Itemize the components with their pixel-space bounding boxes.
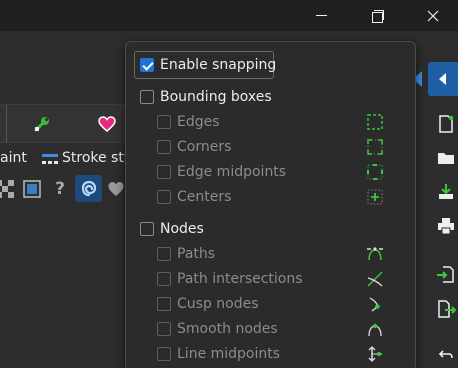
cusp-nodes-label[interactable]: Cusp nodes [177,296,259,312]
bounding-boxes-label[interactable]: Bounding boxes [160,89,272,105]
centers-label[interactable]: Centers [177,189,231,205]
line-midpoints-icon [368,346,382,362]
bounding-boxes-checkbox[interactable] [140,90,154,104]
heart-shape-icon[interactable] [105,178,127,200]
nodes-label[interactable]: Nodes [160,221,204,237]
tab-fill-paint[interactable]: aint [0,150,27,166]
chevron-left-icon [439,73,446,85]
bbox-edges-icon [367,114,383,130]
stroke-style-icon [42,154,58,164]
cusp-nodes-icon [369,297,381,312]
corners-label[interactable]: Corners [177,139,231,155]
edge-midpoints-checkbox[interactable] [157,165,171,179]
tab-stroke-style[interactable]: Stroke sty [62,150,126,166]
snap-toggle-button[interactable] [428,62,458,96]
close-button[interactable] [410,0,456,31]
path-intersections-icon [367,271,383,287]
line-midpoints-label[interactable]: Line midpoints [177,346,280,362]
paths-checkbox[interactable] [157,247,171,261]
bbox-centers-icon [367,189,383,205]
save-icon[interactable] [436,182,456,202]
path-intersections-label[interactable]: Path intersections [177,271,303,287]
edges-label[interactable]: Edges [177,114,220,130]
pattern-icon[interactable] [0,178,16,200]
smooth-nodes-label[interactable]: Smooth nodes [177,321,278,337]
wrench-icon[interactable] [32,114,52,134]
corners-checkbox[interactable] [157,140,171,154]
edges-checkbox[interactable] [157,115,171,129]
cusp-nodes-checkbox[interactable] [157,297,171,311]
smooth-nodes-icon [368,323,382,337]
smooth-nodes-checkbox[interactable] [157,322,171,336]
edge-midpoints-label[interactable]: Edge midpoints [177,164,286,180]
bbox-corners-icon [367,139,383,155]
tab-divider [6,105,7,143]
enable-snapping-checkbox[interactable] [140,58,154,72]
paths-snap-icon [367,247,383,261]
close-icon [427,10,439,21]
undo-icon[interactable] [436,346,456,366]
minimize-button[interactable] [298,0,344,31]
export-icon[interactable] [436,299,456,319]
restore-icon [371,10,384,23]
heart-icon[interactable] [97,114,117,134]
minimize-icon [315,15,327,16]
path-intersections-checkbox[interactable] [157,272,171,286]
centers-checkbox[interactable] [157,190,171,204]
print-icon[interactable] [436,216,456,236]
paths-label[interactable]: Paths [177,246,215,262]
enable-snapping-label[interactable]: Enable snapping [160,57,276,73]
line-midpoints-checkbox[interactable] [157,347,171,361]
question-icon[interactable]: ? [49,178,71,200]
open-folder-icon[interactable] [436,148,456,168]
import-icon[interactable] [436,264,456,284]
toolbar-area [0,31,128,105]
bbox-edge-midpoints-icon [367,164,383,180]
square-icon[interactable] [21,178,43,200]
nodes-checkbox[interactable] [140,222,154,236]
new-document-icon[interactable] [436,114,456,134]
swirl-icon[interactable] [75,175,102,202]
maximize-button[interactable] [354,0,400,31]
